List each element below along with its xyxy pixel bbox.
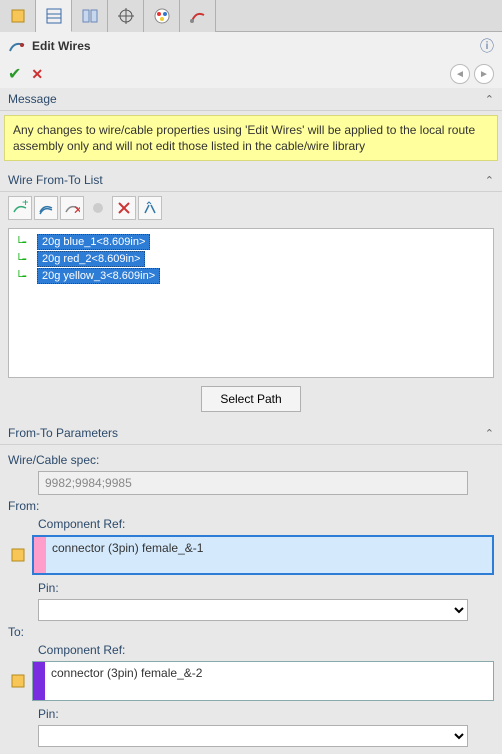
action-row: ✔ ✕ ◄ ►: [0, 60, 502, 88]
color-stripe: [34, 537, 46, 573]
cube-icon: [9, 7, 27, 25]
edit-wires-icon: [8, 37, 26, 55]
wire-item-label: 20g red_2<8.609in>: [37, 251, 145, 267]
select-path-row: Select Path: [0, 386, 502, 412]
section-fromto-params-title: From-To Parameters: [8, 426, 118, 440]
tab-dimxpert-manager[interactable]: [108, 0, 144, 32]
section-fromto-list-header[interactable]: Wire From-To List ⌃: [0, 169, 502, 192]
tab-property-manager[interactable]: [36, 0, 72, 32]
select-path-button[interactable]: Select Path: [201, 386, 300, 412]
chevron-up-icon: ⌃: [485, 174, 494, 187]
wire-icon: └╴: [15, 270, 33, 283]
color-stripe: [33, 662, 45, 700]
wire-item-label: 20g yellow_3<8.609in>: [37, 268, 160, 284]
from-component-value: connector (3pin) female_&-1: [46, 537, 209, 573]
prev-button[interactable]: ◄: [450, 64, 470, 84]
section-message-header[interactable]: Message ⌃: [0, 88, 502, 111]
wire-icon: └╴: [15, 253, 33, 266]
palette-icon: [153, 7, 171, 25]
wire-item[interactable]: └╴ 20g blue_1<8.609in>: [15, 234, 487, 250]
delete-wire-button[interactable]: ✕: [60, 196, 84, 220]
list-options-button[interactable]: [86, 196, 110, 220]
section-fromto-list-title: Wire From-To List: [8, 173, 103, 187]
svg-text:+: +: [22, 200, 28, 209]
wire-list[interactable]: └╴ 20g blue_1<8.609in> └╴ 20g red_2<8.60…: [8, 228, 494, 378]
section-message-title: Message: [8, 92, 57, 106]
nav-arrows: ◄ ►: [450, 64, 494, 84]
component-ref-label: Component Ref:: [38, 643, 494, 657]
chevron-up-icon: ⌃: [485, 93, 494, 106]
help-icon[interactable]: ⓘ: [480, 36, 494, 56]
from-label: From:: [8, 499, 494, 513]
wire-icon: └╴: [15, 236, 33, 249]
wire-cable-spec-input[interactable]: [38, 471, 468, 495]
wire-item[interactable]: └╴ 20g yellow_3<8.609in>: [15, 268, 487, 284]
add-cable-button[interactable]: [34, 196, 58, 220]
ok-button[interactable]: ✔: [8, 64, 21, 84]
tab-feature-manager[interactable]: [0, 0, 36, 32]
crosshair-icon: [117, 7, 135, 25]
to-component-field[interactable]: connector (3pin) female_&-2: [32, 661, 494, 701]
from-component-field[interactable]: connector (3pin) female_&-1: [32, 535, 494, 575]
to-component-value: connector (3pin) female_&-2: [45, 662, 208, 700]
pin-label: Pin:: [38, 581, 494, 595]
chevron-up-icon: ⌃: [485, 427, 494, 440]
reroute-button[interactable]: [138, 196, 162, 220]
merge-wires-button[interactable]: [112, 196, 136, 220]
wire-item[interactable]: └╴ 20g red_2<8.609in>: [15, 251, 487, 267]
spec-label: Wire/Cable spec:: [8, 453, 494, 467]
tab-routing-manager[interactable]: [180, 0, 216, 32]
content-area: Message ⌃ Any changes to wire/cable prop…: [0, 88, 502, 751]
panel-header: Edit Wires ⓘ: [0, 32, 502, 60]
add-wire-button[interactable]: +: [8, 196, 32, 220]
panel-title: Edit Wires: [32, 39, 91, 53]
pin-label: Pin:: [38, 707, 494, 721]
tab-configuration-manager[interactable]: [72, 0, 108, 32]
to-label: To:: [8, 625, 494, 639]
wire-item-label: 20g blue_1<8.609in>: [37, 234, 150, 250]
from-pin-select[interactable]: [38, 599, 468, 621]
from-to-parameters: Wire/Cable spec: From: Component Ref: co…: [0, 445, 502, 751]
property-icon: [45, 7, 63, 25]
routing-icon: [189, 7, 207, 25]
tab-strip: [0, 0, 502, 32]
to-pin-select[interactable]: [38, 725, 468, 747]
svg-text:✕: ✕: [73, 203, 80, 216]
component-icon: [8, 546, 28, 564]
component-icon: [8, 672, 28, 690]
next-button[interactable]: ►: [474, 64, 494, 84]
section-fromto-params-header[interactable]: From-To Parameters ⌃: [0, 422, 502, 445]
tab-appearance-manager[interactable]: [144, 0, 180, 32]
message-note: Any changes to wire/cable properties usi…: [4, 115, 498, 161]
cancel-button[interactable]: ✕: [31, 66, 43, 83]
component-ref-label: Component Ref:: [38, 517, 494, 531]
wire-list-toolbar: + ✕: [0, 192, 502, 224]
config-icon: [81, 7, 99, 25]
